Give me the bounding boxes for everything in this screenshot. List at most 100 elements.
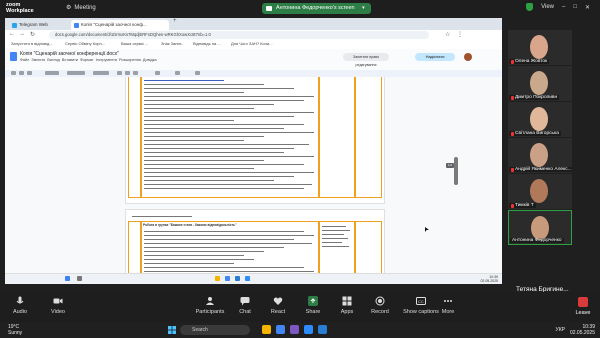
extensions-icon[interactable]: ⋮	[457, 31, 463, 38]
document-title[interactable]: Копія "Сценарій заочної конференції.docx…	[20, 51, 119, 57]
language-indicator[interactable]: УКР	[556, 327, 565, 333]
docs-header: Копія "Сценарій заочної конференції.docx…	[5, 49, 502, 71]
screen-share-indicator[interactable]: Антонина Федорченко's screen ▾	[262, 3, 371, 14]
participant-tile[interactable]: Світлана Вигорська	[508, 102, 572, 137]
mic-muted-icon	[511, 59, 514, 64]
text-line	[144, 96, 314, 98]
text-line	[144, 116, 294, 118]
mic-muted-icon	[511, 131, 514, 136]
maximize-icon[interactable]: □	[573, 4, 577, 10]
text-line	[144, 184, 312, 186]
bookmark-item[interactable]: Для Чого ЗАН? Коли...	[231, 41, 273, 46]
participants-button[interactable]: Participants	[190, 294, 230, 315]
back-icon[interactable]: ←	[9, 31, 15, 37]
shared-screen[interactable]: Telegram Web Копія "Сценарій заочної кон…	[5, 18, 502, 284]
text-line	[144, 132, 314, 134]
meeting-controls: Audio Video Participants Chat React Shar…	[0, 292, 600, 322]
share-doc-button[interactable]: Надіслати	[415, 53, 455, 61]
meeting-menu[interactable]: ⚙ Meeting	[66, 4, 96, 12]
google-docs-icon[interactable]	[10, 52, 17, 61]
clock[interactable]: 10:39 02.05.2025	[570, 324, 595, 336]
participant-video	[530, 179, 548, 203]
zoom-select[interactable]	[45, 71, 59, 75]
new-tab-icon[interactable]: +	[173, 18, 177, 24]
avatar[interactable]	[464, 53, 472, 61]
bookmark-item[interactable]: Ваша сервіс ...	[121, 41, 148, 46]
participant-tile-active-speaker[interactable]: Антонина Федорченко	[508, 210, 572, 245]
apps-icon	[342, 296, 352, 306]
more-button[interactable]: More	[428, 294, 468, 315]
participant-tile[interactable]: Олена Жовток	[508, 30, 572, 65]
record-button[interactable]: Record	[360, 294, 400, 315]
underline-icon[interactable]	[133, 71, 138, 75]
request-edit-access-button[interactable]: Запитати право редагування	[343, 53, 389, 67]
font-select[interactable]	[93, 71, 109, 75]
participant-tile[interactable]: Дмитро Покропивн	[508, 66, 572, 101]
tab-google-doc[interactable]: Копія "Сценарій заочної конф...	[71, 20, 169, 30]
video-button[interactable]: Video	[38, 294, 78, 315]
word-icon[interactable]	[318, 325, 327, 334]
participant-tile[interactable]: Тимків Т	[508, 174, 572, 209]
viber-icon[interactable]	[290, 325, 299, 334]
word-icon[interactable]	[235, 276, 240, 281]
redo-icon[interactable]	[19, 71, 24, 75]
meeting-label: Meeting	[74, 4, 96, 11]
bookmark-item[interactable]: Сервіс Обміну Корп...	[65, 41, 105, 46]
italic-icon[interactable]	[125, 71, 130, 75]
zoom-icon[interactable]	[304, 325, 313, 334]
text-line	[144, 247, 284, 249]
search-icon[interactable]	[77, 276, 82, 281]
zoom-icon[interactable]	[245, 276, 250, 281]
file-explorer-icon[interactable]	[262, 325, 271, 334]
text-line	[144, 128, 284, 130]
text-line	[144, 156, 314, 158]
mic-muted-icon	[511, 95, 514, 100]
explorer-icon[interactable]	[215, 276, 220, 281]
react-button[interactable]: React	[258, 294, 298, 315]
text-line	[322, 230, 350, 232]
text-line	[144, 88, 294, 90]
text-line	[144, 239, 294, 241]
list-icon[interactable]	[195, 71, 200, 75]
text-line	[144, 259, 254, 261]
view-button[interactable]: View	[541, 4, 554, 10]
chrome-icon[interactable]	[276, 325, 285, 334]
share-label: Антонина Федорченко's screen	[276, 5, 355, 11]
print-icon[interactable]	[27, 71, 32, 75]
weather-widget[interactable]: 19°C Sunny	[8, 324, 22, 336]
reload-icon[interactable]: ↻	[30, 31, 35, 38]
undo-icon[interactable]	[11, 71, 16, 75]
windows-start-icon[interactable]	[168, 326, 176, 334]
text-line	[144, 140, 244, 142]
text-line	[144, 80, 224, 82]
participant-tile[interactable]: Андрій Якименко Алекс...	[508, 138, 572, 173]
taskbar-search[interactable]: Search	[180, 325, 250, 335]
minimize-icon[interactable]: –	[562, 4, 565, 10]
telegram-icon	[12, 23, 17, 28]
text-line	[144, 124, 304, 126]
align-icon[interactable]	[175, 71, 180, 75]
leave-button[interactable]: Leave	[572, 295, 594, 316]
address-bar[interactable]: docs.google.com/document/d/1DrmxKs7MqdjE…	[49, 31, 429, 39]
bookmark-item[interactable]: Відповідь на ...	[193, 41, 221, 46]
audio-button[interactable]: Audio	[0, 294, 40, 315]
text-line	[132, 216, 192, 218]
bold-icon[interactable]	[117, 71, 122, 75]
start-icon[interactable]	[65, 276, 70, 281]
table-divider	[318, 77, 320, 198]
shared-windows-taskbar: 10:39 02.05.2025	[5, 273, 502, 284]
close-icon[interactable]: ✕	[585, 4, 590, 11]
forward-icon[interactable]: →	[19, 31, 25, 37]
link-icon[interactable]	[155, 71, 160, 75]
text-line	[144, 104, 274, 106]
chrome-icon[interactable]	[225, 276, 230, 281]
star-icon[interactable]: ☆	[445, 31, 450, 38]
text-line	[144, 235, 314, 237]
document-canvas[interactable]: Робота в групах "Бажане стати - бажано в…	[5, 77, 502, 273]
scrollbar[interactable]	[454, 157, 458, 185]
bookmark-item[interactable]: Запустити в відповід...	[11, 41, 53, 46]
docs-menu-bar[interactable]: Файл Змінити Вигляд Вставити Формат Інст…	[20, 58, 157, 62]
style-select[interactable]	[67, 71, 85, 75]
tab-telegram[interactable]: Telegram Web	[9, 20, 69, 30]
bookmark-item[interactable]: Знак Запит...	[161, 41, 184, 46]
